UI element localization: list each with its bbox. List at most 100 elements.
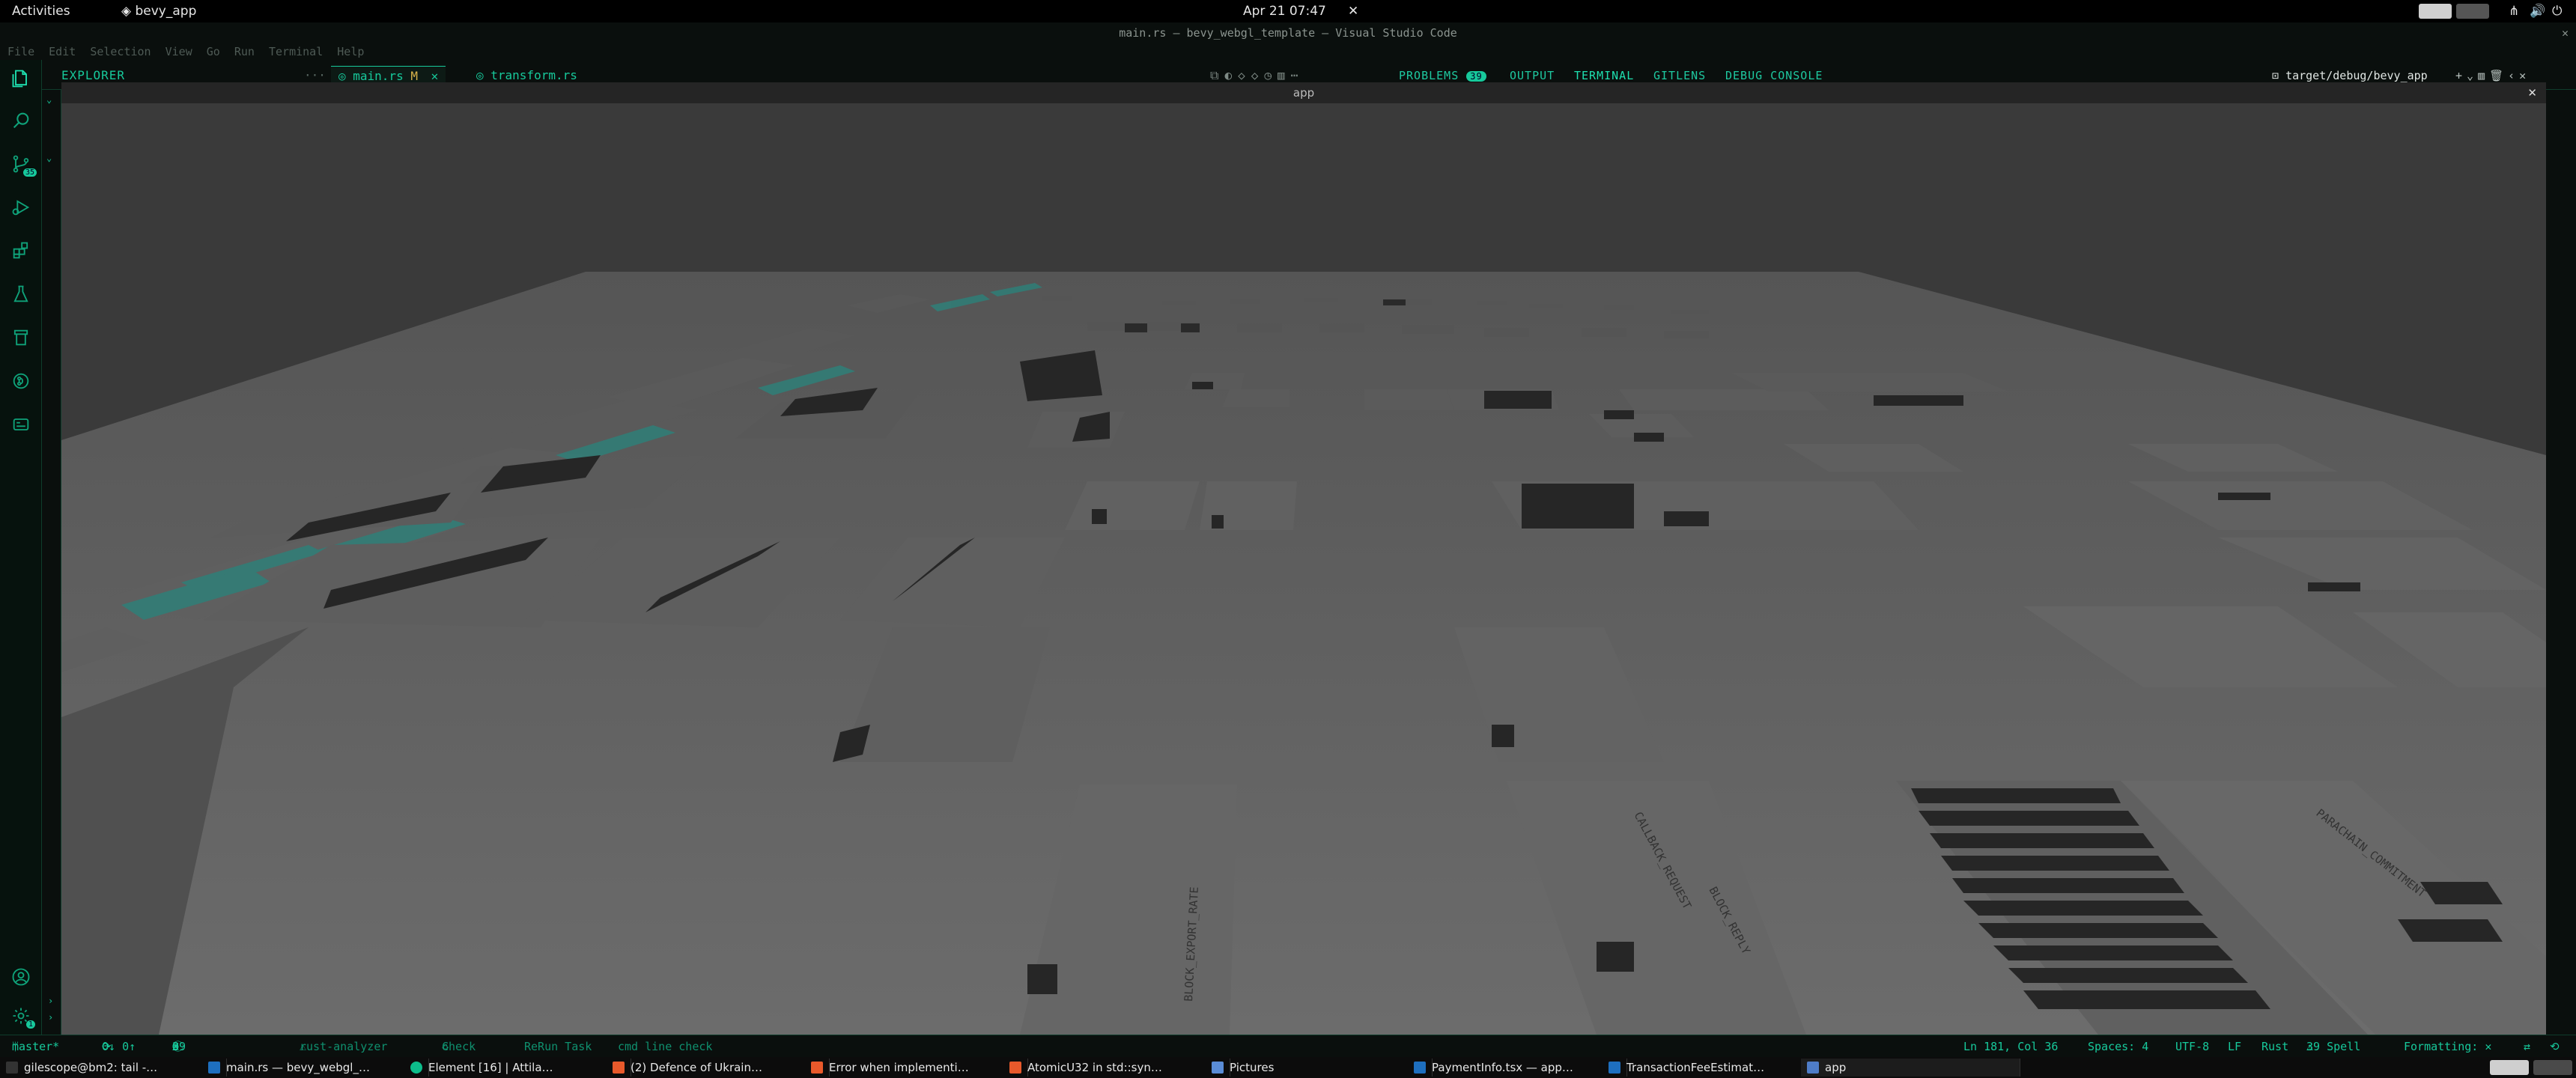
problems-count-badge: 39 xyxy=(1466,71,1486,82)
menu-selection[interactable]: Selection xyxy=(90,45,151,58)
rerun-task-button[interactable]: ReRun Task xyxy=(524,1035,592,1058)
back-icon[interactable]: ◇ xyxy=(1238,68,1251,82)
taskbar-item[interactable]: Pictures xyxy=(1206,1059,1433,1077)
explorer-icon[interactable] xyxy=(10,67,32,90)
taskbar-item[interactable]: (2) Defence of Ukrain… xyxy=(607,1059,830,1077)
menu-terminal[interactable]: Terminal xyxy=(269,45,323,58)
workspace-indicator-active[interactable] xyxy=(2419,4,2452,19)
close-window-icon[interactable]: ✕ xyxy=(2562,22,2569,43)
menu-view[interactable]: View xyxy=(165,45,192,58)
more-actions-icon[interactable]: ⋯ xyxy=(1291,68,1304,82)
taskbar-item-label: main.rs — bevy_webgl_… xyxy=(226,1061,370,1074)
split-terminal-icon[interactable]: ▥ xyxy=(2478,69,2489,82)
activities-button[interactable]: Activities xyxy=(12,0,70,22)
brave-icon xyxy=(613,1062,625,1074)
testing-icon[interactable] xyxy=(10,283,32,305)
power-icon[interactable]: ⏻ xyxy=(2552,0,2562,22)
rust-file-icon: ◎ xyxy=(476,68,491,82)
split-editor-icon[interactable]: ▥ xyxy=(1278,68,1291,82)
taskbar-item[interactable]: TransactionFeeEstimat… xyxy=(1603,1059,1826,1077)
live-share-icon[interactable]: ⇄ xyxy=(2524,1035,2530,1058)
chevron-right-icon[interactable]: › xyxy=(48,996,53,1006)
3d-scene-viewport[interactable]: BLOCK_EXPORT_RATE CALLBACK_REQUEST BLOCK… xyxy=(61,103,2546,1035)
focused-app-menu[interactable]: ◈ bevy_app xyxy=(121,0,196,22)
forward-icon[interactable]: ◇ xyxy=(1251,68,1265,82)
chevron-right-icon[interactable]: › xyxy=(48,1012,53,1023)
formatting-status[interactable]: Formatting: ✕ xyxy=(2404,1035,2491,1058)
workspace-switcher-active[interactable] xyxy=(2490,1060,2529,1075)
close-panel-icon[interactable]: ✕ xyxy=(2519,69,2530,82)
spell-count: 39 Spell xyxy=(2306,1040,2361,1053)
chevron-down-icon[interactable]: ⌄ xyxy=(46,153,52,163)
network-icon[interactable]: ⋔ xyxy=(2509,0,2519,22)
menu-file[interactable]: File xyxy=(7,45,34,58)
gitlens-icon[interactable] xyxy=(10,370,32,392)
end-of-line[interactable]: LF xyxy=(2228,1035,2241,1058)
taskbar-item-label: Pictures xyxy=(1230,1061,1275,1074)
terminal-icon: ⊡ xyxy=(2272,69,2286,82)
workspace-indicator[interactable] xyxy=(2456,4,2489,19)
settings-badge: 1 xyxy=(25,1020,35,1029)
taskbar-item[interactable]: main.rs — bevy_webgl_… xyxy=(202,1059,429,1077)
run-debug-icon[interactable] xyxy=(10,196,32,219)
settings-gear-icon[interactable]: 1 xyxy=(10,1005,35,1029)
notifications-icon[interactable]: ⟲ xyxy=(2550,1035,2560,1058)
taskbar-item-label: PaymentInfo.tsx — app… xyxy=(1432,1061,1573,1074)
menu-go[interactable]: Go xyxy=(207,45,220,58)
status-bar: ᛘ master* ⟳ 0↓ 0↑ ⊗ 0 ⚠ 0 ⓘ 39 ⚠ rust-an… xyxy=(0,1035,2576,1057)
encoding[interactable]: UTF-8 xyxy=(2175,1035,2209,1058)
source-control-badge: 35 xyxy=(22,168,37,177)
vscode-icon xyxy=(208,1062,220,1074)
menu-run[interactable]: Run xyxy=(234,45,255,58)
window-title: main.rs — bevy_webgl_template — Visual S… xyxy=(1119,26,1457,40)
close-app-icon[interactable]: ✕ xyxy=(2527,82,2537,103)
window-title-bar: main.rs — bevy_webgl_template — Visual S… xyxy=(0,22,2576,43)
docker-icon[interactable] xyxy=(10,413,32,436)
collapse-panel-icon[interactable]: ‹ xyxy=(2508,69,2519,82)
timeline-icon[interactable]: ◷ xyxy=(1264,68,1278,82)
cursor-position[interactable]: Ln 181, Col 36 xyxy=(1963,1035,2058,1058)
new-terminal-icon[interactable]: + xyxy=(2455,69,2467,82)
dropdown-chevron-icon[interactable]: ⌄ xyxy=(2467,69,2478,82)
folder-icon xyxy=(1212,1062,1224,1074)
indentation[interactable]: Spaces: 4 xyxy=(2088,1035,2148,1058)
workspace-switcher[interactable] xyxy=(2533,1060,2572,1075)
vscode-icon xyxy=(1609,1062,1620,1074)
focused-app-name: bevy_app xyxy=(135,4,197,19)
remote-explorer-icon[interactable] xyxy=(10,326,32,349)
clock[interactable]: Apr 21 07:47 xyxy=(1243,0,1326,22)
terminal-icon xyxy=(6,1062,18,1074)
taskbar-item[interactable]: PaymentInfo.tsx — app… xyxy=(1408,1059,1627,1077)
modified-indicator: M xyxy=(410,69,418,83)
menu-edit[interactable]: Edit xyxy=(49,45,76,58)
taskbar: gilescope@bm2: tail -… main.rs — bevy_we… xyxy=(0,1057,2576,1078)
taskbar-item-active[interactable]: app xyxy=(1801,1059,2020,1077)
sync-status: 0↓ 0↑ xyxy=(102,1040,136,1053)
source-control-icon[interactable]: 35 xyxy=(10,153,37,177)
trash-icon[interactable]: 🗑 xyxy=(2489,69,2508,82)
bevy-icon: ◈ xyxy=(121,4,136,19)
close-tab-icon[interactable]: ✕ xyxy=(431,69,439,83)
extensions-icon[interactable] xyxy=(10,240,32,262)
taskbar-item-label: Error when implementi… xyxy=(829,1061,969,1074)
toggle-icon[interactable]: ◐ xyxy=(1224,68,1238,82)
tab-main-rs-label: main.rs xyxy=(353,69,404,83)
branch-name: master* xyxy=(12,1040,60,1053)
taskbar-item[interactable]: Element [16] | Attila… xyxy=(404,1059,631,1077)
taskbar-item[interactable]: AtomicU32 in std::syn… xyxy=(1003,1059,1230,1077)
compare-icon[interactable]: ⧉ xyxy=(1210,68,1224,82)
accounts-icon[interactable] xyxy=(10,966,32,988)
info-count: 39 xyxy=(172,1040,186,1053)
scene-render: BLOCK_EXPORT_RATE CALLBACK_REQUEST BLOCK… xyxy=(61,103,2546,1035)
search-icon[interactable] xyxy=(10,109,32,132)
taskbar-item-label: (2) Defence of Ukrain… xyxy=(631,1061,762,1074)
chevron-down-icon[interactable]: ⌄ xyxy=(46,94,52,105)
cmd-line-check-button[interactable]: cmd line check xyxy=(618,1035,712,1058)
taskbar-item[interactable]: gilescope@bm2: tail -… xyxy=(0,1059,227,1077)
menu-help[interactable]: Help xyxy=(337,45,364,58)
taskbar-item[interactable]: Error when implementi… xyxy=(805,1059,1028,1077)
volume-icon[interactable]: 🔊 xyxy=(2530,0,2545,22)
taskbar-item-label: AtomicU32 in std::syn… xyxy=(1027,1061,1162,1074)
language-mode[interactable]: Rust xyxy=(2261,1035,2288,1058)
bevy-icon xyxy=(1807,1062,1819,1074)
